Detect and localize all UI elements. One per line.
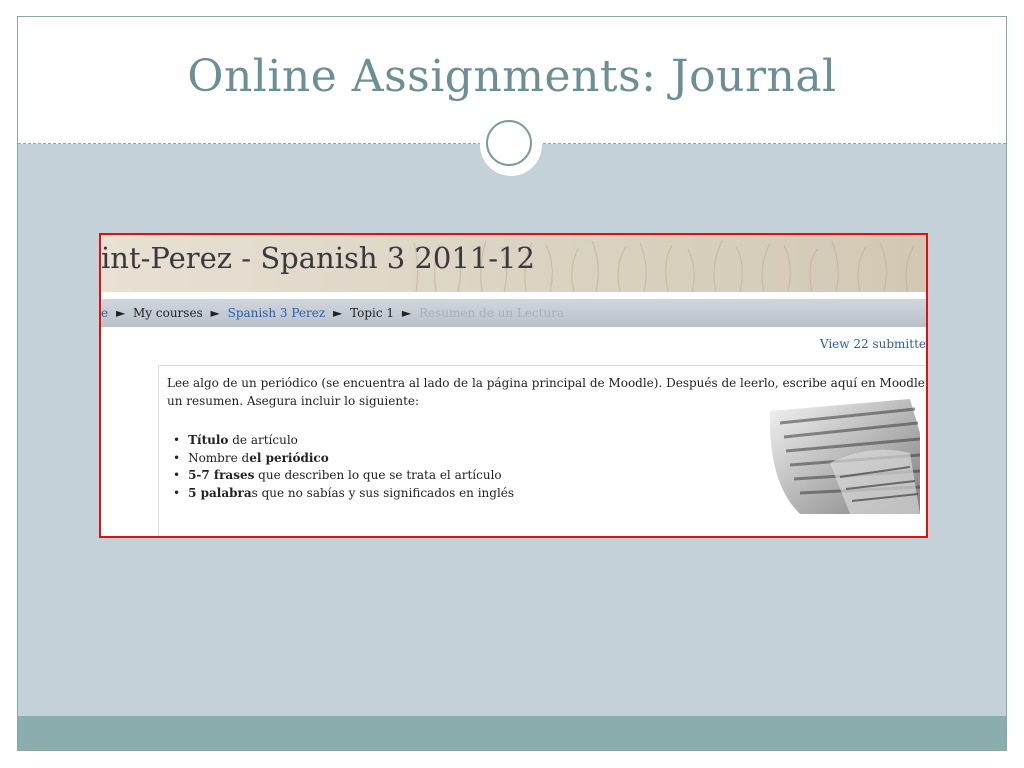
list-item-text: Nombre d — [188, 450, 250, 465]
view-submissions-link[interactable]: View 22 submitte — [820, 337, 926, 351]
breadcrumb-my-courses[interactable]: My courses — [133, 306, 203, 320]
requirements-list: Título de artículo Nombre del periódico … — [173, 432, 514, 502]
breadcrumb-separator: ► — [333, 306, 343, 320]
list-item-text: que describen lo que se trata el artícul… — [254, 468, 502, 482]
list-item: 5-7 frases que describen lo que se trata… — [173, 467, 514, 485]
breadcrumb-assignment: Resumen de un Lectura — [418, 306, 565, 320]
list-item: Nombre del periódico — [173, 450, 514, 468]
list-item-text: de artículo — [228, 433, 298, 447]
list-item-bold: el periódico — [249, 450, 329, 465]
list-item-bold: 5 palabra — [188, 485, 252, 500]
list-item-text: s que no sabías y sus significados en in… — [251, 485, 515, 500]
breadcrumb-separator: ► — [210, 306, 220, 320]
slide: Online Assignments: Journal int-Perez - … — [17, 16, 1007, 751]
moodle-screenshot: int-Perez - Spanish 3 2011-12 e ► My cou… — [99, 233, 928, 538]
footer-bar — [18, 716, 1006, 750]
breadcrumb: e ► My courses ► Spanish 3 Perez ► Topic… — [101, 299, 926, 327]
breadcrumb-topic[interactable]: Topic 1 — [350, 306, 394, 320]
newspaper-image — [760, 393, 920, 514]
course-site-title: int-Perez - Spanish 3 2011-12 — [101, 241, 535, 275]
breadcrumb-course[interactable]: Spanish 3 Perez — [228, 306, 326, 320]
slide-title: Online Assignments: Journal — [187, 51, 837, 102]
divider-circle-ring — [486, 120, 532, 166]
breadcrumb-home[interactable]: e — [101, 306, 108, 320]
site-header: int-Perez - Spanish 3 2011-12 — [101, 235, 926, 292]
list-item: Título de artículo — [173, 432, 514, 450]
breadcrumb-separator: ► — [401, 306, 412, 320]
breadcrumb-separator: ► — [115, 306, 126, 320]
list-item: 5 palabras que no sabías y sus significa… — [173, 485, 514, 503]
assignment-intro-box: Lee algo de un periódico (se encuentra a… — [158, 365, 926, 536]
list-item-bold: Título — [188, 433, 229, 447]
list-item-bold: 5-7 frases — [188, 468, 255, 482]
